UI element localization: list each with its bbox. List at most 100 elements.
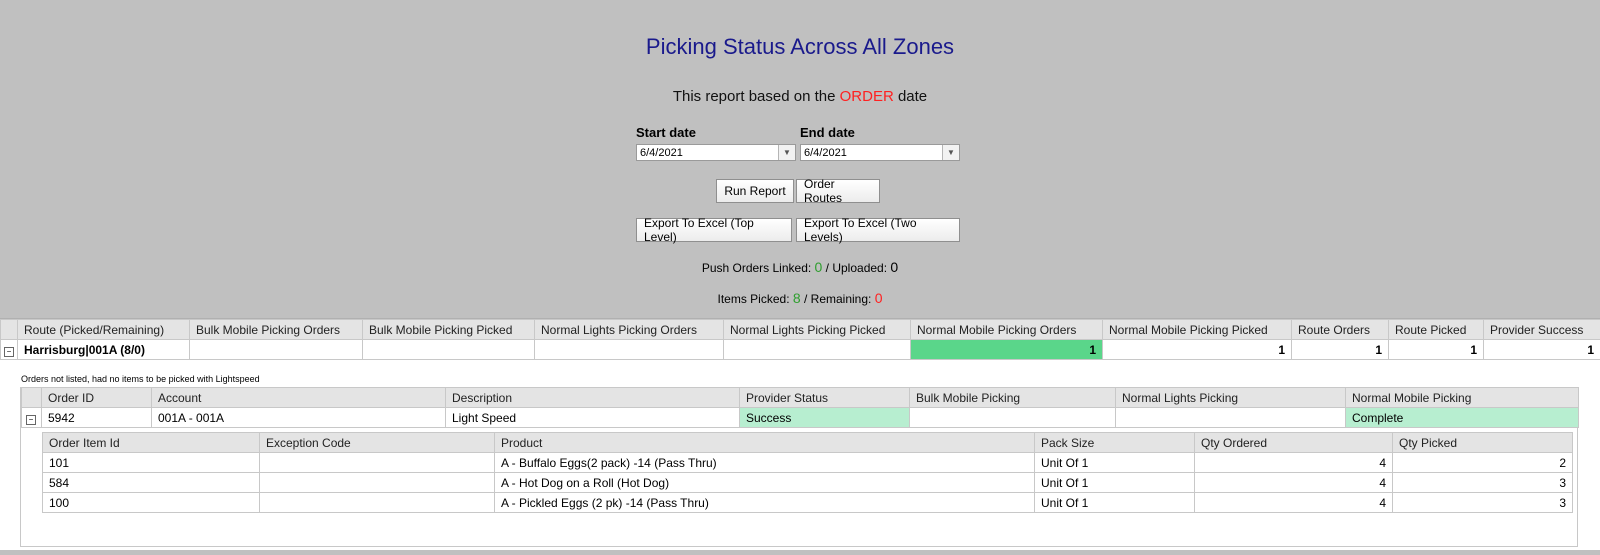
- start-date-label: Start date: [636, 125, 696, 140]
- table-row[interactable]: 100 A - Pickled Eggs (2 pk) -14 (Pass Th…: [42, 492, 1573, 513]
- provider-success-cell: 1: [1483, 339, 1600, 360]
- start-date-value: 6/4/2021: [640, 147, 683, 159]
- normal-mobile-cell: Complete: [1345, 407, 1579, 428]
- table-row[interactable]: 584 A - Hot Dog on a Roll (Hot Dog) Unit…: [42, 472, 1573, 493]
- item-id-cell: 100: [42, 492, 260, 513]
- report-basis-text: This report based on the ORDER date: [0, 88, 1600, 105]
- uploaded-count: 0: [890, 259, 899, 275]
- items-picked-count: 8: [792, 290, 801, 306]
- provider-status-cell: Success: [739, 407, 910, 428]
- col-route-orders[interactable]: Route Orders: [1291, 319, 1389, 340]
- end-date-input[interactable]: 6/4/2021 ▼: [800, 144, 960, 161]
- route-picked-cell: 1: [1388, 339, 1484, 360]
- collapse-icon[interactable]: −: [4, 346, 14, 357]
- items-picked-stats: Items Picked: 8 / Remaining: 0: [0, 290, 1600, 306]
- col-product[interactable]: Product: [494, 432, 1035, 453]
- start-date-group: Start date 6/4/2021 ▼: [636, 125, 796, 161]
- pack-size-cell: Unit Of 1: [1034, 492, 1195, 513]
- product-cell: A - Pickled Eggs (2 pk) -14 (Pass Thru): [494, 492, 1035, 513]
- col-route-picked[interactable]: Route Picked: [1388, 319, 1484, 340]
- chevron-down-icon[interactable]: ▼: [778, 145, 795, 160]
- col-lights-orders[interactable]: Normal Lights Picking Orders: [534, 319, 724, 340]
- col-bulk-orders[interactable]: Bulk Mobile Picking Orders: [189, 319, 363, 340]
- col-account[interactable]: Account: [151, 387, 446, 408]
- table-row[interactable]: − Harrisburg|001A (8/0) 1 1 1 1 1: [0, 339, 1600, 360]
- table-row[interactable]: − 5942 001A - 001A Light Speed Success C…: [21, 407, 1579, 428]
- expand-header: [21, 387, 42, 408]
- page-title: Picking Status Across All Zones: [645, 34, 955, 59]
- route-header-row: Route (Picked/Remaining) Bulk Mobile Pic…: [0, 319, 1600, 340]
- items-picked-label: Items Picked:: [717, 292, 793, 306]
- col-order-id[interactable]: Order ID: [41, 387, 152, 408]
- subtitle-highlight: ORDER: [839, 88, 894, 105]
- order-item-table: Order Item Id Exception Code Product Pac…: [42, 432, 1573, 513]
- pack-size-cell: Unit Of 1: [1034, 472, 1195, 493]
- pack-size-cell: Unit Of 1: [1034, 452, 1195, 473]
- item-id-cell: 101: [42, 452, 260, 473]
- end-date-value: 6/4/2021: [804, 147, 847, 159]
- collapse-icon[interactable]: −: [26, 414, 36, 425]
- col-description[interactable]: Description: [445, 387, 740, 408]
- col-exception-code[interactable]: Exception Code: [259, 432, 495, 453]
- start-date-input[interactable]: 6/4/2021 ▼: [636, 144, 796, 161]
- mobile-picked-cell: 1: [1102, 339, 1292, 360]
- col-route[interactable]: Route (Picked/Remaining): [17, 319, 190, 340]
- col-mobile-picked[interactable]: Normal Mobile Picking Picked: [1102, 319, 1292, 340]
- subtitle-prefix: This report based on the: [672, 88, 840, 105]
- col-provider-status[interactable]: Provider Status: [739, 387, 910, 408]
- collapse-toggle[interactable]: −: [0, 339, 18, 360]
- qty-ordered-cell: 4: [1194, 452, 1393, 473]
- bulk-orders-cell: [189, 339, 363, 360]
- remaining-count: 0: [874, 290, 883, 306]
- col-lights-picked[interactable]: Normal Lights Picking Picked: [723, 319, 911, 340]
- normal-lights-cell: [1115, 407, 1346, 428]
- col-qty-picked[interactable]: Qty Picked: [1392, 432, 1573, 453]
- order-routes-button[interactable]: Order Routes: [796, 177, 880, 205]
- item-id-cell: 584: [42, 472, 260, 493]
- bottom-bar: [0, 550, 1600, 555]
- col-pack-size[interactable]: Pack Size: [1034, 432, 1195, 453]
- col-mobile-orders[interactable]: Normal Mobile Picking Orders: [910, 319, 1103, 340]
- product-cell: A - Hot Dog on a Roll (Hot Dog): [494, 472, 1035, 493]
- chevron-down-icon[interactable]: ▼: [942, 145, 959, 160]
- col-bulk-picked[interactable]: Bulk Mobile Picking Picked: [362, 319, 535, 340]
- mobile-orders-cell: 1: [910, 339, 1103, 360]
- col-normal-lights[interactable]: Normal Lights Picking: [1115, 387, 1346, 408]
- account-cell: 001A - 001A: [151, 407, 446, 428]
- item-header-row: Order Item Id Exception Code Product Pac…: [42, 432, 1573, 453]
- qty-picked-cell: 2: [1392, 452, 1573, 473]
- col-bulk-mobile[interactable]: Bulk Mobile Picking: [909, 387, 1116, 408]
- qty-picked-cell: 3: [1392, 492, 1573, 513]
- remaining-label: / Remaining:: [800, 292, 875, 306]
- export-two-levels-button[interactable]: Export To Excel (Two Levels): [796, 216, 960, 244]
- order-table: Order ID Account Description Provider St…: [21, 387, 1579, 428]
- col-normal-mobile[interactable]: Normal Mobile Picking: [1345, 387, 1579, 408]
- expand-header: [0, 319, 18, 340]
- col-qty-ordered[interactable]: Qty Ordered: [1194, 432, 1393, 453]
- push-orders-stats: Push Orders Linked: 0 / Uploaded: 0: [0, 259, 1600, 275]
- exception-cell: [259, 452, 495, 473]
- product-cell: A - Buffalo Eggs(2 pack) -14 (Pass Thru): [494, 452, 1035, 473]
- qty-ordered-cell: 4: [1194, 492, 1393, 513]
- table-row[interactable]: 101 A - Buffalo Eggs(2 pack) -14 (Pass T…: [42, 452, 1573, 473]
- col-order-item-id[interactable]: Order Item Id: [42, 432, 260, 453]
- export-top-level-button[interactable]: Export To Excel (Top Level): [636, 216, 792, 244]
- subtitle-suffix: date: [893, 88, 928, 105]
- route-orders-cell: 1: [1291, 339, 1389, 360]
- description-cell: Light Speed: [445, 407, 740, 428]
- lights-picked-cell: [723, 339, 911, 360]
- push-linked-label: Push Orders Linked:: [701, 261, 815, 275]
- route-grid: Route (Picked/Remaining) Bulk Mobile Pic…: [0, 318, 1600, 552]
- exception-cell: [259, 492, 495, 513]
- collapse-toggle[interactable]: −: [21, 407, 42, 428]
- qty-ordered-cell: 4: [1194, 472, 1393, 493]
- end-date-label: End date: [800, 125, 855, 140]
- col-provider-success[interactable]: Provider Success: [1483, 319, 1600, 340]
- uploaded-label: / Uploaded:: [822, 261, 891, 275]
- run-report-button[interactable]: Run Report: [716, 179, 794, 203]
- end-date-group: End date 6/4/2021 ▼: [800, 125, 960, 161]
- bulk-mobile-cell: [909, 407, 1116, 428]
- lights-orders-cell: [534, 339, 724, 360]
- exception-cell: [259, 472, 495, 493]
- order-id-cell: 5942: [41, 407, 152, 428]
